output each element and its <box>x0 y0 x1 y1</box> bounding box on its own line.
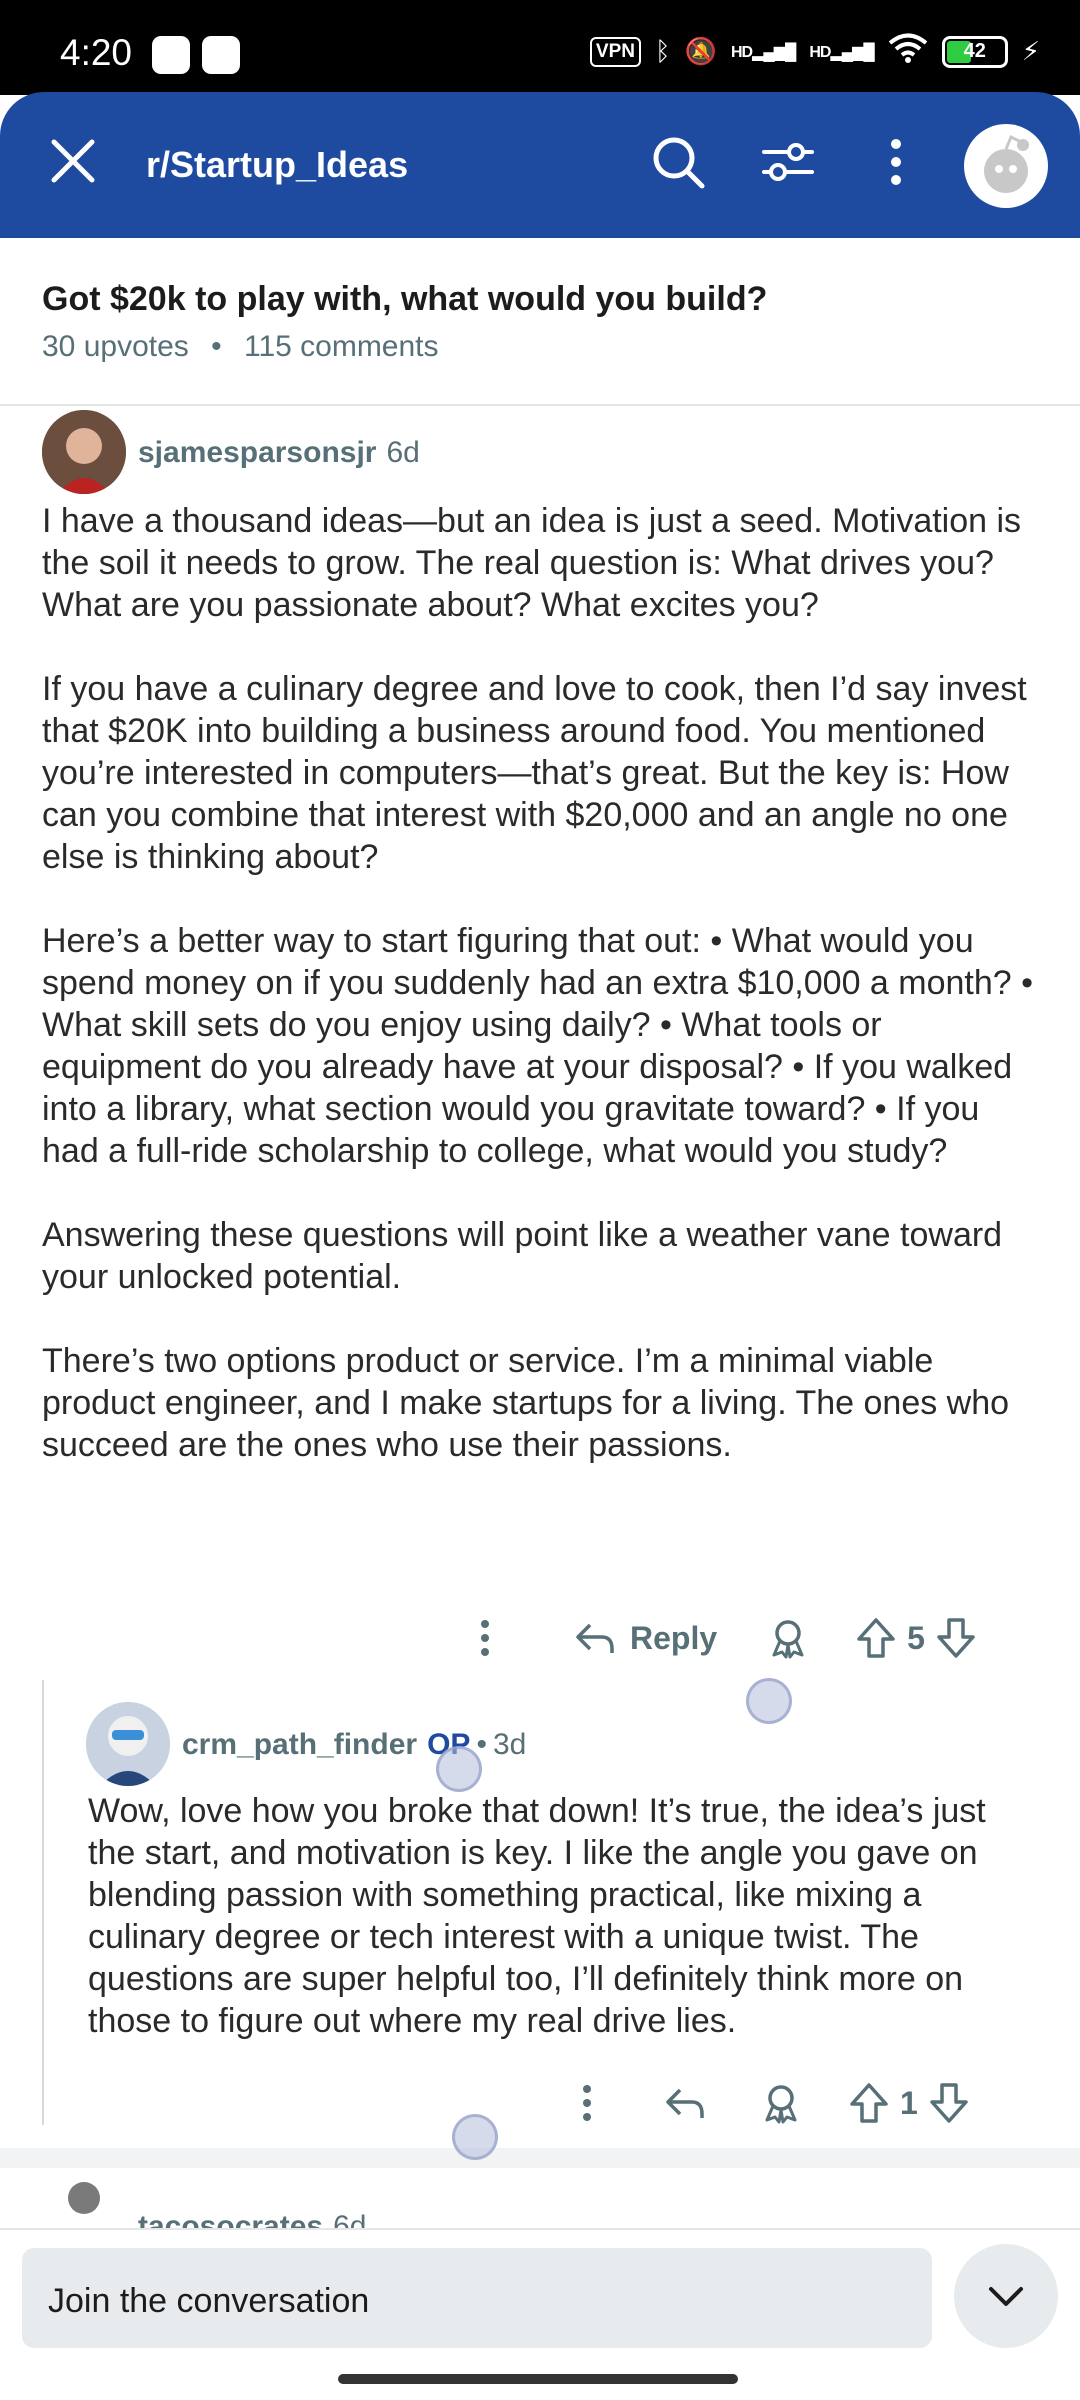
home-indicator[interactable] <box>338 2374 738 2384</box>
comment-age: 3d <box>492 1728 527 1761</box>
comment-username[interactable]: crm_path_finder <box>182 1728 417 1762</box>
comment-age: 6d <box>386 436 420 469</box>
comment-author: sjamesparsonsjr 6d <box>138 436 420 470</box>
status-time: 4:20 <box>60 32 133 73</box>
downvote-icon[interactable] <box>926 2080 972 2126</box>
commenter-avatar[interactable] <box>86 1702 170 1786</box>
sort-filter-icon[interactable] <box>758 132 818 192</box>
comment-paragraph: Here’s a better way to start figuring th… <box>42 922 1034 1170</box>
thread-line[interactable] <box>42 1680 44 2125</box>
touch-indicator <box>452 2114 498 2160</box>
notification-app-icon <box>202 36 240 74</box>
award-icon[interactable] <box>758 2080 804 2126</box>
comment-body: Wow, love how you broke that down! It’s … <box>88 1792 986 2040</box>
upvote-icon[interactable] <box>853 1615 899 1661</box>
post-title: Got $20k to play with, what would you bu… <box>42 280 768 318</box>
more-options-icon[interactable] <box>866 132 926 192</box>
snoo-avatar-icon <box>984 134 1029 193</box>
touch-indicator <box>746 1678 792 1724</box>
status-icons: VPN ᛒ 🔕 HD▂▄▆█ HD▂▄▆█ 42 ⚡ <box>589 32 1040 71</box>
commenter-avatar[interactable] <box>42 410 126 494</box>
vpn-icon: VPN <box>589 36 641 67</box>
close-icon[interactable] <box>48 136 98 186</box>
status-bar: 4:20 VPN ᛒ 🔕 HD▂▄▆█ HD▂▄▆█ 42 ⚡ <box>0 0 1080 95</box>
more-options-icon[interactable] <box>564 2080 610 2126</box>
subreddit-title[interactable]: r/Startup_Ideas <box>146 144 408 186</box>
award-icon[interactable] <box>765 1615 811 1661</box>
signal-icon: HD▂▄▆█ <box>809 43 874 61</box>
wifi-icon <box>888 32 928 71</box>
vote-count: 1 <box>900 2084 918 2121</box>
reply-icon[interactable] <box>572 1615 618 1661</box>
comment-paragraph: If you have a culinary degree and love t… <box>42 670 1027 876</box>
notification-app-icon <box>152 36 190 74</box>
touch-indicator <box>436 1746 482 1792</box>
battery-icon: 42 <box>941 35 1008 68</box>
comment-actions: 1 <box>564 2080 972 2126</box>
user-avatar[interactable] <box>964 124 1048 208</box>
reply-icon[interactable] <box>662 2080 708 2126</box>
comment-count: 115 comments <box>243 330 439 363</box>
downvote-icon[interactable] <box>933 1615 979 1661</box>
search-icon[interactable] <box>648 132 708 192</box>
charging-icon: ⚡ <box>1021 36 1040 66</box>
more-options-icon[interactable] <box>462 1615 508 1661</box>
mute-bell-icon: 🔕 <box>684 36 717 66</box>
comment-actions: Reply 5 <box>462 1615 979 1661</box>
upvote-count: 30 upvotes <box>42 330 189 363</box>
signal-icon: HD▂▄▆█ <box>730 43 796 61</box>
comment-paragraph: Answering these questions will point lik… <box>42 1216 1003 1296</box>
reply-button[interactable]: Reply <box>630 1620 717 1657</box>
expand-button[interactable] <box>954 2244 1058 2348</box>
comment-paragraph: I have a thousand ideas—but an idea is j… <box>42 502 1022 624</box>
comment-separator <box>0 2148 1080 2168</box>
vote-count: 5 <box>907 1619 925 1656</box>
comment-composer-input[interactable]: Join the conversation <box>22 2248 932 2348</box>
bluetooth-icon: ᛒ <box>654 36 671 66</box>
comment-paragraph: There’s two options product or service. … <box>42 1342 1010 1464</box>
comment-username[interactable]: sjamesparsonsjr <box>138 436 376 470</box>
post-meta: 30 upvotes • 115 comments <box>42 330 439 364</box>
post-header[interactable]: Got $20k to play with, what would you bu… <box>0 238 1080 406</box>
comment-body: I have a thousand ideas—but an idea is j… <box>42 500 1042 1508</box>
upvote-icon[interactable] <box>846 2080 892 2126</box>
chevron-down-icon <box>989 2287 1023 2306</box>
app-header: r/Startup_Ideas <box>0 92 1080 238</box>
meta-separator: • <box>211 330 222 363</box>
